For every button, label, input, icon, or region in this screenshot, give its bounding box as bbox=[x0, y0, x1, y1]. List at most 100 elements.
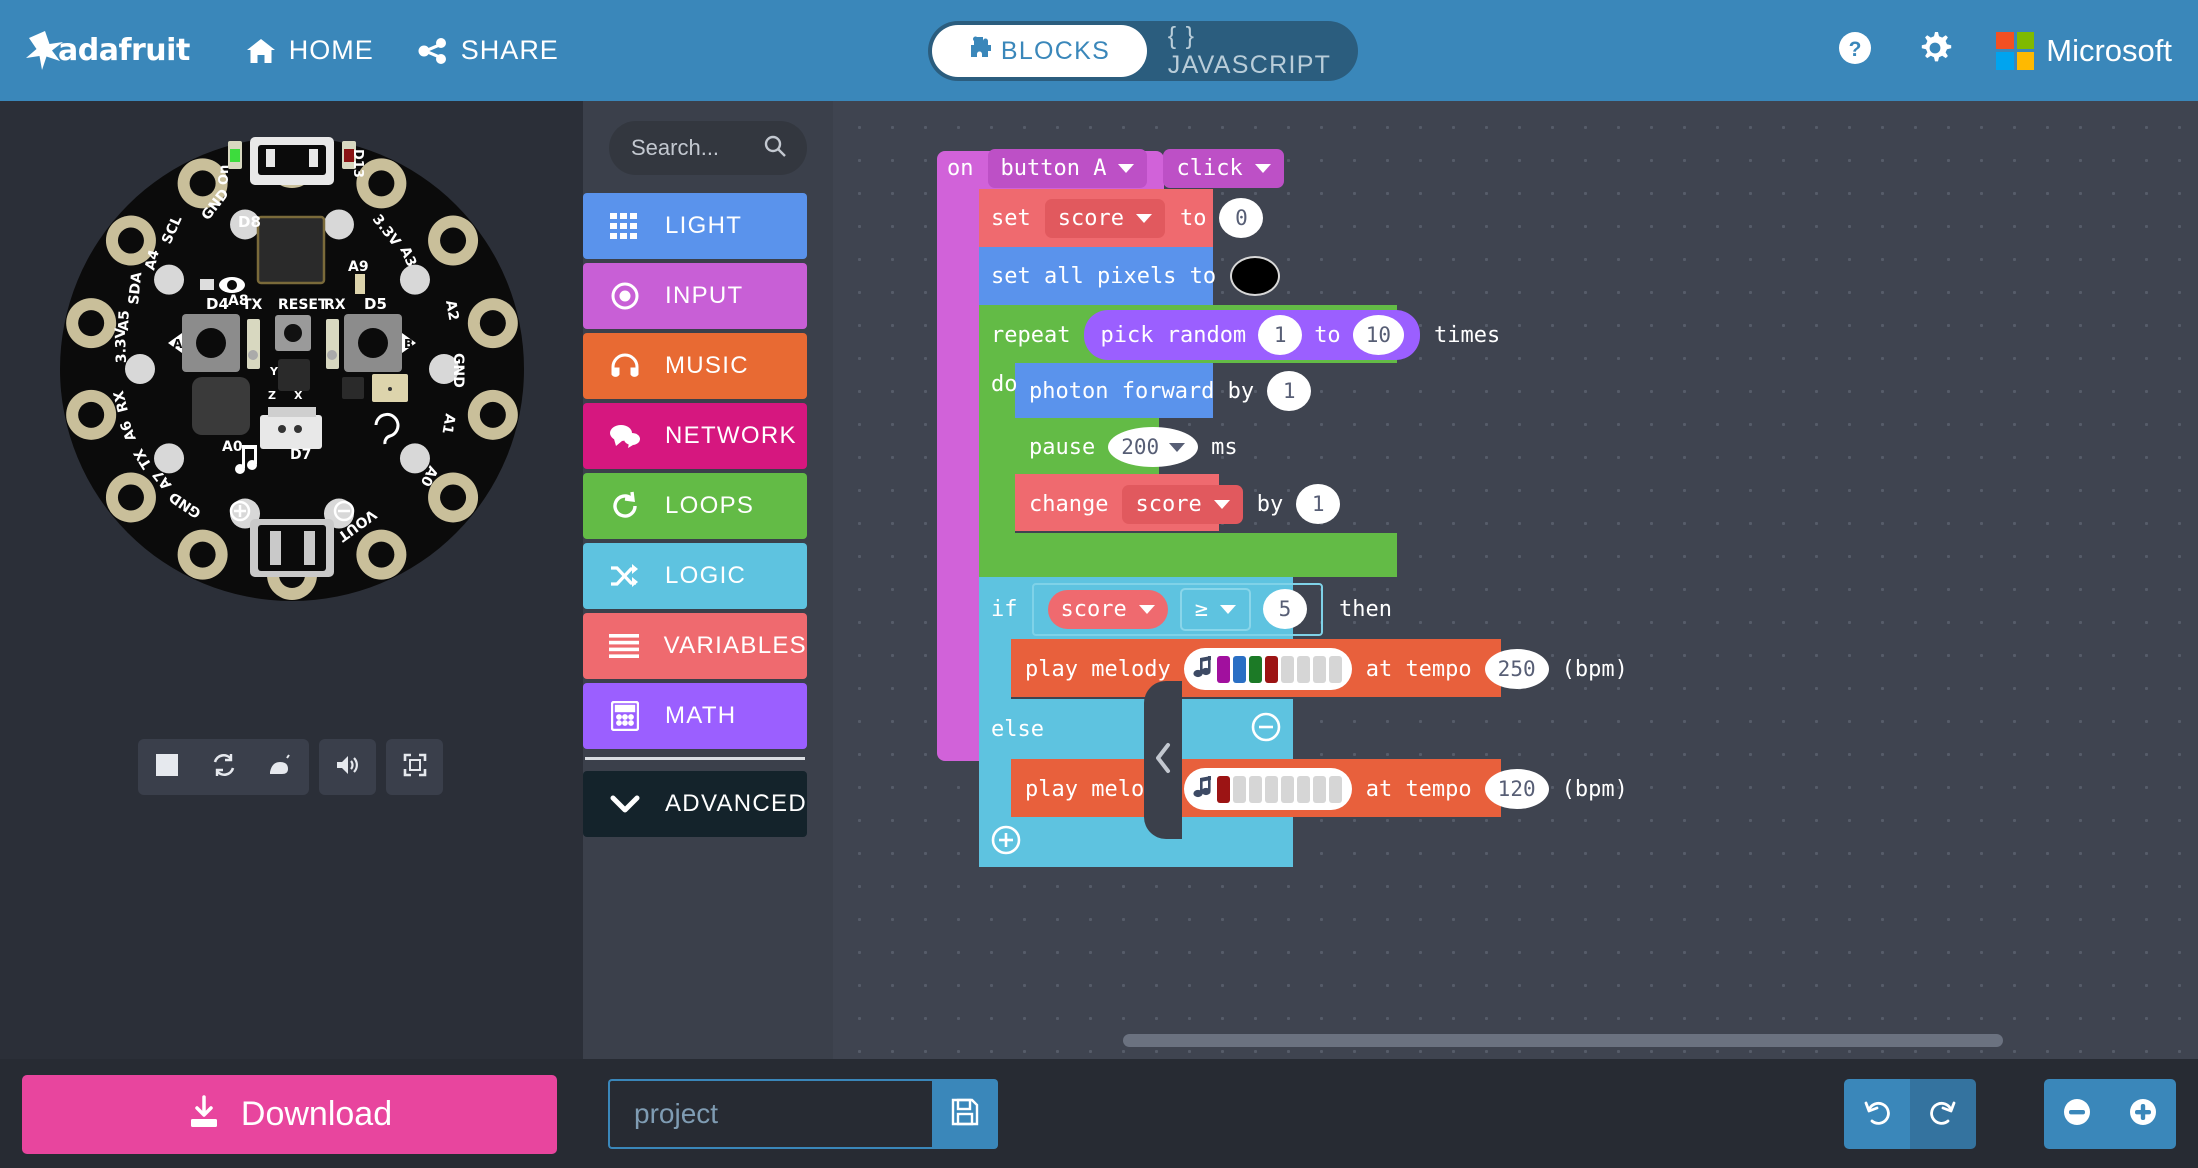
melody-bar[interactable] bbox=[1216, 775, 1230, 803]
melody-bar[interactable] bbox=[1216, 655, 1230, 683]
melody-bar[interactable] bbox=[1264, 775, 1278, 803]
toolbox-category-math[interactable]: MATH bbox=[583, 683, 807, 749]
home-button[interactable]: HOME bbox=[246, 35, 374, 66]
melody-editor-2[interactable] bbox=[1183, 768, 1352, 810]
redo-button[interactable] bbox=[1910, 1079, 1976, 1149]
block-if-else[interactable]: if score ≥ 5 then bbox=[991, 582, 1392, 636]
block-set-all-pixels[interactable]: set all pixels to bbox=[991, 255, 1281, 297]
project-name-input[interactable]: project bbox=[608, 1079, 932, 1149]
melody-bar[interactable] bbox=[1312, 775, 1326, 803]
blocks-workspace[interactable]: on button A click set score to 0 set all… bbox=[833, 101, 2198, 1059]
mute-button[interactable] bbox=[319, 739, 376, 795]
share-button[interactable]: SHARE bbox=[418, 35, 559, 66]
melody-bar[interactable] bbox=[1312, 655, 1326, 683]
melody-bar[interactable] bbox=[1296, 655, 1310, 683]
toolbox-category-advanced[interactable]: ADVANCED bbox=[583, 771, 807, 837]
toolbox-category-label: LOOPS bbox=[665, 492, 755, 519]
block-repeat[interactable]: repeat pick random 1 to 10 times bbox=[991, 310, 1500, 360]
toolbox-collapse-button[interactable] bbox=[1144, 681, 1182, 839]
block-pause[interactable]: pause 200 ms bbox=[1029, 427, 1238, 467]
block-play-melody-1[interactable]: play melody at tempo 250 (bpm) bbox=[1025, 648, 1628, 690]
block-set-variable[interactable]: set score to 0 bbox=[991, 197, 1264, 239]
set-value-field[interactable]: 0 bbox=[1219, 198, 1264, 238]
toolbox-category-light[interactable]: LIGHT bbox=[583, 193, 807, 259]
app-header: adafruit HOME SHARE BLOCKS {} JAVASCRIP… bbox=[0, 0, 2198, 101]
block-pick-random[interactable]: pick random 1 to 10 bbox=[1084, 310, 1420, 360]
toolbox-category-loops[interactable]: LOOPS bbox=[583, 473, 807, 539]
toolbox-category-variables[interactable]: VARIABLES bbox=[583, 613, 807, 679]
block-play-melody-2[interactable]: play melody at tempo 120 (bpm) bbox=[1025, 768, 1628, 810]
melody-bar[interactable] bbox=[1232, 775, 1246, 803]
help-circle-icon[interactable]: ? bbox=[1836, 29, 1874, 72]
search-input[interactable]: Search... bbox=[609, 121, 807, 175]
simulator-board[interactable]: On D13 GND D8 3.3V SCL A4 A3 SDA A5 A2 3… bbox=[42, 119, 542, 619]
save-button[interactable] bbox=[932, 1079, 998, 1149]
condition-value-field[interactable]: 5 bbox=[1262, 589, 1307, 629]
pixel-color-swatch[interactable] bbox=[1230, 256, 1281, 296]
melody-bar[interactable] bbox=[1280, 655, 1294, 683]
stop-button[interactable] bbox=[138, 739, 195, 795]
melody-bars-2[interactable] bbox=[1216, 775, 1342, 803]
download-button[interactable]: Download bbox=[22, 1075, 557, 1154]
condition-compare[interactable]: score ≥ 5 bbox=[1031, 582, 1323, 636]
bpm-label-2: (bpm) bbox=[1561, 776, 1628, 802]
undo-button[interactable] bbox=[1844, 1079, 1910, 1149]
melody-editor-1[interactable] bbox=[1183, 648, 1352, 690]
melody-bars-1[interactable] bbox=[1216, 655, 1342, 683]
condition-operator-dropdown[interactable]: ≥ bbox=[1179, 587, 1251, 631]
variable-dropdown[interactable]: score bbox=[1044, 198, 1165, 238]
photon-forward-value-field[interactable]: 1 bbox=[1267, 371, 1312, 411]
pick-random-to-field[interactable]: 10 bbox=[1352, 315, 1404, 355]
melody-bar[interactable] bbox=[1264, 655, 1278, 683]
melody-bar[interactable] bbox=[1232, 655, 1246, 683]
plus-circle-icon bbox=[989, 825, 1023, 861]
minus-circle-icon[interactable] bbox=[1249, 710, 1283, 748]
block-photon-forward[interactable]: photon forward by 1 bbox=[1029, 371, 1312, 411]
toolbox-category-input[interactable]: INPUT bbox=[583, 263, 807, 329]
tempo-field-2[interactable]: 120 bbox=[1484, 769, 1549, 809]
toolbox-category-logic[interactable]: LOGIC bbox=[583, 543, 807, 609]
slow-motion-button[interactable] bbox=[252, 739, 309, 795]
microsoft-logo[interactable]: Microsoft bbox=[1996, 31, 2172, 70]
toolbox-category-network[interactable]: NETWORK bbox=[583, 403, 807, 469]
svg-text:D13: D13 bbox=[350, 149, 365, 178]
toolbox-category-label: ADVANCED bbox=[665, 790, 807, 817]
gear-icon[interactable] bbox=[1916, 29, 1954, 72]
restart-icon bbox=[211, 752, 237, 783]
melody-bar[interactable] bbox=[1328, 775, 1342, 803]
zoom-in-button[interactable] bbox=[2110, 1079, 2176, 1149]
pause-value-label: 200 bbox=[1121, 435, 1160, 459]
adafruit-logo[interactable]: adafruit bbox=[22, 28, 190, 74]
add-else-if-button[interactable] bbox=[989, 823, 1023, 861]
zoom-out-button[interactable] bbox=[2044, 1079, 2110, 1149]
melody-bar[interactable] bbox=[1248, 655, 1262, 683]
home-label: HOME bbox=[288, 35, 374, 65]
pause-value-dropdown[interactable]: 200 bbox=[1108, 427, 1199, 467]
melody-bar[interactable] bbox=[1248, 775, 1262, 803]
condition-variable-dropdown[interactable]: score bbox=[1047, 589, 1168, 629]
comments-icon bbox=[609, 420, 641, 452]
toolbox-category-label: INPUT bbox=[665, 282, 744, 309]
tab-blocks[interactable]: BLOCKS bbox=[932, 25, 1147, 77]
melody-bar[interactable] bbox=[1280, 775, 1294, 803]
change-value-field[interactable]: 1 bbox=[1296, 484, 1341, 524]
block-change-variable[interactable]: change score by 1 bbox=[1029, 484, 1341, 524]
svg-text:X: X bbox=[294, 389, 303, 402]
restart-button[interactable] bbox=[195, 739, 252, 795]
melody-bar[interactable] bbox=[1328, 655, 1342, 683]
fullscreen-button[interactable] bbox=[386, 739, 443, 795]
workspace-horizontal-scrollbar[interactable] bbox=[1123, 1034, 2003, 1047]
block-on-event[interactable]: on button A click bbox=[947, 145, 1284, 191]
to-label: to bbox=[1179, 205, 1207, 231]
event-source-dropdown[interactable]: button A bbox=[987, 148, 1148, 188]
event-type-dropdown[interactable]: click bbox=[1163, 148, 1284, 188]
melody-bar[interactable] bbox=[1296, 775, 1310, 803]
svg-text:B: B bbox=[404, 337, 413, 351]
music-note-icon bbox=[1192, 655, 1214, 683]
tab-javascript[interactable]: { } JAVASCRIPT bbox=[1147, 22, 1352, 79]
event-source-label: button A bbox=[1000, 155, 1107, 181]
change-variable-dropdown[interactable]: score bbox=[1122, 484, 1243, 524]
tempo-field-1[interactable]: 250 bbox=[1484, 649, 1549, 689]
pick-random-from-field[interactable]: 1 bbox=[1258, 315, 1303, 355]
toolbox-category-music[interactable]: MUSIC bbox=[583, 333, 807, 399]
